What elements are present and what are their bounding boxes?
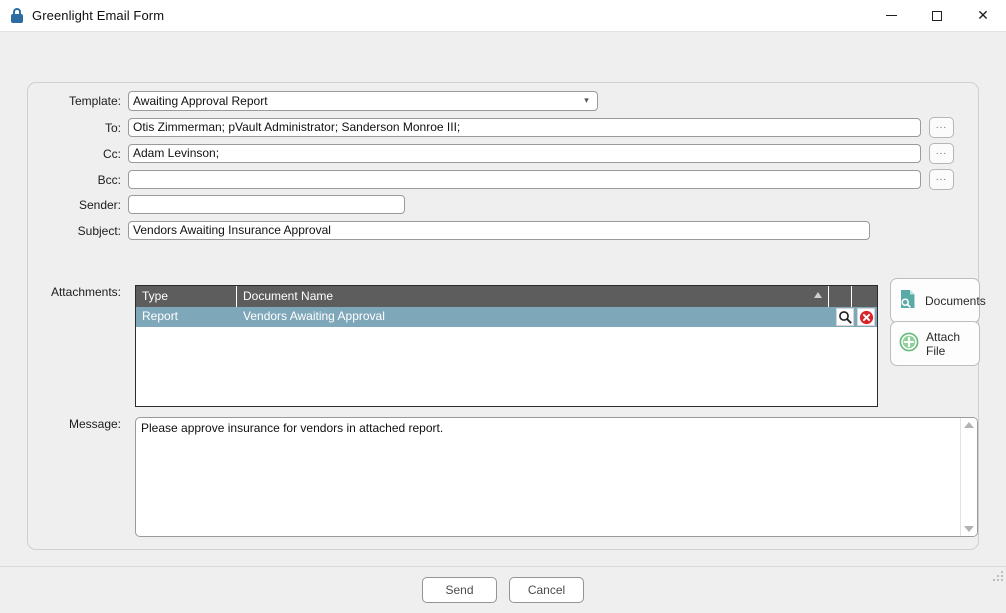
message-textarea[interactable]: Please approve insurance for vendors in … bbox=[135, 417, 978, 537]
template-value: Awaiting Approval Report bbox=[133, 94, 268, 108]
subject-input[interactable]: Vendors Awaiting Insurance Approval bbox=[128, 221, 870, 240]
row-actions bbox=[836, 308, 875, 326]
sender-input[interactable] bbox=[128, 195, 405, 214]
documents-button[interactable]: Documents bbox=[890, 278, 986, 323]
row-document-name: Vendors Awaiting Approval bbox=[243, 309, 385, 323]
cc-value: Adam Levinson; bbox=[133, 146, 220, 160]
attachments-row: Attachments: bbox=[28, 285, 138, 299]
title-bar: Greenlight Email Form ✕ bbox=[0, 0, 1006, 32]
cc-input[interactable]: Adam Levinson; bbox=[128, 144, 921, 163]
message-row: Message: bbox=[28, 417, 138, 431]
sender-row: Sender: bbox=[28, 195, 980, 214]
resize-grip[interactable] bbox=[991, 569, 1003, 581]
window-body: Template: Awaiting Approval Report ▾ To:… bbox=[0, 32, 1006, 603]
sort-ascending-icon bbox=[814, 292, 822, 298]
delete-circle-icon[interactable] bbox=[857, 308, 875, 326]
column-header-view bbox=[829, 286, 852, 307]
window-title: Greenlight Email Form bbox=[32, 8, 165, 23]
column-header-type[interactable]: Type bbox=[136, 286, 237, 307]
to-input[interactable]: Otis Zimmerman; pVault Administrator; Sa… bbox=[128, 118, 921, 137]
maximize-icon bbox=[932, 10, 942, 21]
to-value: Otis Zimmerman; pVault Administrator; Sa… bbox=[133, 120, 461, 134]
subject-label: Subject: bbox=[77, 223, 121, 238]
column-header-delete bbox=[852, 286, 877, 307]
maximize-button[interactable] bbox=[914, 0, 960, 31]
attach-file-button-label: Attach File bbox=[926, 329, 961, 358]
bcc-label: Bcc: bbox=[97, 172, 121, 187]
message-scrollbar[interactable] bbox=[960, 418, 977, 536]
subject-row: Subject: Vendors Awaiting Insurance Appr… bbox=[28, 221, 980, 240]
minimize-button[interactable] bbox=[868, 0, 914, 31]
message-label: Message: bbox=[68, 417, 121, 431]
chevron-down-icon: ▾ bbox=[584, 96, 589, 106]
template-combo[interactable]: Awaiting Approval Report ▾ bbox=[128, 91, 598, 111]
footer: Send Cancel bbox=[0, 567, 1006, 613]
template-row: Template: Awaiting Approval Report ▾ bbox=[28, 91, 980, 111]
bcc-input[interactable] bbox=[128, 170, 921, 189]
close-button[interactable]: ✕ bbox=[960, 0, 1006, 31]
bcc-row: Bcc: ... bbox=[28, 169, 980, 190]
send-button[interactable]: Send bbox=[422, 577, 497, 603]
cc-browse-button[interactable]: ... bbox=[929, 143, 954, 164]
attachments-label: Attachments: bbox=[50, 285, 121, 299]
window-controls: ✕ bbox=[868, 0, 1006, 31]
cc-label: Cc: bbox=[103, 146, 121, 161]
scroll-down-icon[interactable] bbox=[964, 526, 974, 532]
document-search-icon bbox=[899, 289, 918, 312]
attachments-grid-empty-area[interactable] bbox=[136, 327, 877, 406]
minimize-icon bbox=[885, 15, 897, 16]
lock-icon bbox=[10, 7, 24, 24]
email-form-panel: Template: Awaiting Approval Report ▾ To:… bbox=[27, 82, 986, 550]
cancel-button[interactable]: Cancel bbox=[509, 577, 584, 603]
close-icon: ✕ bbox=[977, 7, 989, 24]
attachments-grid-header: Type Document Name bbox=[136, 286, 877, 307]
column-header-document-name-label: Document Name bbox=[243, 289, 334, 303]
attach-file-button[interactable]: Attach File bbox=[890, 321, 980, 366]
column-header-document-name[interactable]: Document Name bbox=[237, 286, 829, 307]
cc-row: Cc: Adam Levinson; ... bbox=[28, 143, 980, 164]
subject-value: Vendors Awaiting Insurance Approval bbox=[133, 223, 331, 237]
magnifier-icon[interactable] bbox=[836, 308, 854, 326]
to-label: To: bbox=[104, 120, 121, 135]
bcc-browse-button[interactable]: ... bbox=[929, 169, 954, 190]
to-browse-button[interactable]: ... bbox=[929, 117, 954, 138]
plus-circle-icon bbox=[899, 332, 919, 355]
table-row[interactable]: Report Vendors Awaiting Approval bbox=[136, 307, 877, 327]
template-label: Template: bbox=[68, 94, 121, 108]
row-type: Report bbox=[142, 309, 179, 323]
documents-button-label: Documents bbox=[925, 293, 986, 308]
to-row: To: Otis Zimmerman; pVault Administrator… bbox=[28, 117, 980, 138]
message-value: Please approve insurance for vendors in … bbox=[141, 421, 444, 435]
sender-label: Sender: bbox=[78, 197, 121, 212]
attachments-grid[interactable]: Type Document Name Report Vendors Awaiti… bbox=[135, 285, 878, 407]
scroll-up-icon[interactable] bbox=[964, 422, 974, 428]
